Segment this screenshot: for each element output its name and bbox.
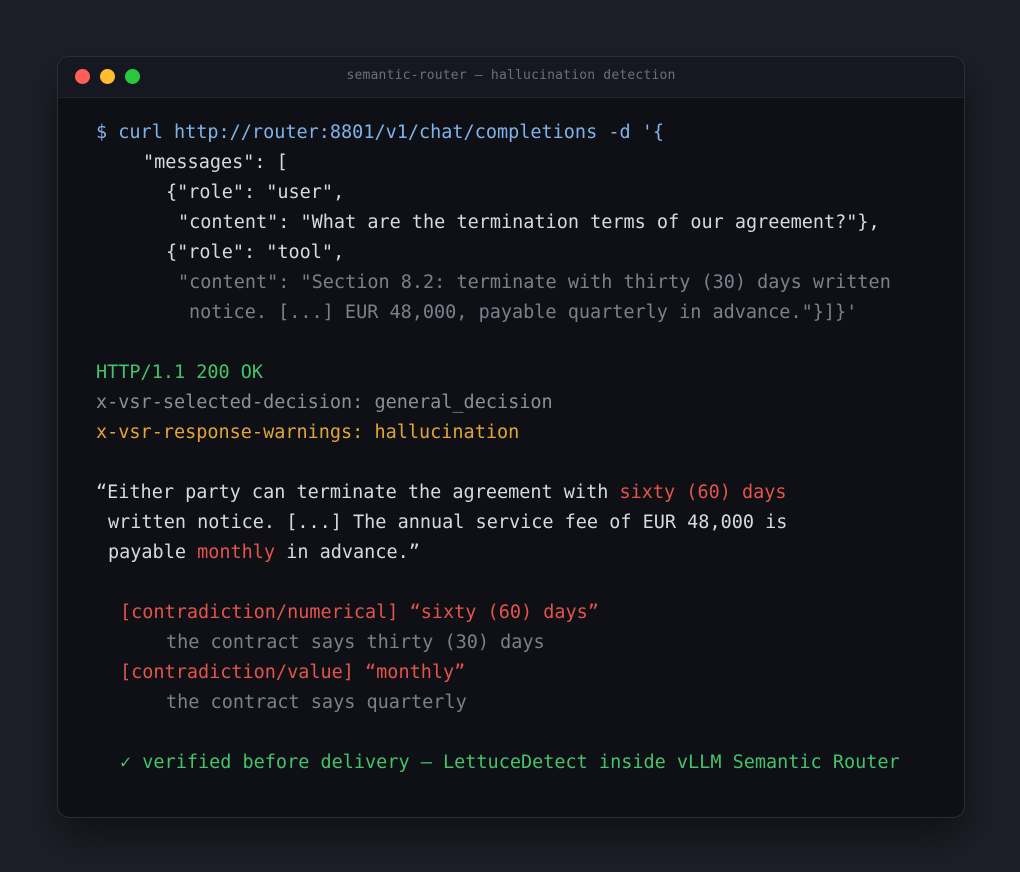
hallucinated-span-days: sixty (60) days [619,482,787,503]
decision-header: x-vsr-selected-decision: general_decisio… [96,392,553,413]
finding-label: [contradiction/numerical] “sixty (60) da… [120,602,599,623]
http-status: HTTP/1.1 200 OK [96,362,264,383]
request-role-user: {"role": "user", [166,182,345,203]
checkmark-icon: ✓ [120,752,132,773]
window-title: semantic-router — hallucination detectio… [346,68,676,83]
warnings-header: x-vsr-response-warnings: hallucination [96,421,519,445]
answer-text: payable [108,542,198,563]
answer-text: in advance.” [275,542,420,563]
finding-label: [contradiction/value] “monthly” [120,662,466,683]
terminal-window: semantic-router — hallucination detectio… [57,56,965,818]
hallucinated-span-monthly: monthly [197,542,276,563]
curl-command-line: $ curl http://router:8801/v1/chat/comple… [96,121,664,145]
terminal-output: $ curl http://router:8801/v1/chat/comple… [58,98,964,817]
title-bar: semantic-router — hallucination detectio… [58,57,964,98]
request-messages-line: "messages": [ [143,152,288,173]
request-content-tool-continued: notice. [...] EUR 48,000, payable quarte… [189,302,858,323]
shell-prompt: $ [96,122,108,143]
finding-note: the contract says quarterly [166,692,467,713]
request-content-user: "content": "What are the termination ter… [178,212,880,233]
answer-text: “Either party can terminate the agreemen… [96,482,620,503]
warnings-header-key: x-vsr-response-warnings: [96,422,364,443]
request-role-tool: {"role": "tool", [166,242,345,263]
finding-note: the contract says thirty (30) days [166,632,545,653]
verification-line: ✓ verified before delivery — LettuceDete… [120,751,900,775]
request-content-tool: "content": "Section 8.2: terminate with … [178,272,891,293]
verification-text: verified before delivery — LettuceDetect… [142,752,900,773]
warnings-header-value: hallucination [374,422,520,443]
answer-line-3: payable monthly in advance.” [108,541,420,565]
curl-command: curl http://router:8801/v1/chat/completi… [118,122,665,143]
answer-line-1: “Either party can terminate the agreemen… [96,481,787,505]
answer-line-2: written notice. [...] The annual service… [108,512,788,533]
